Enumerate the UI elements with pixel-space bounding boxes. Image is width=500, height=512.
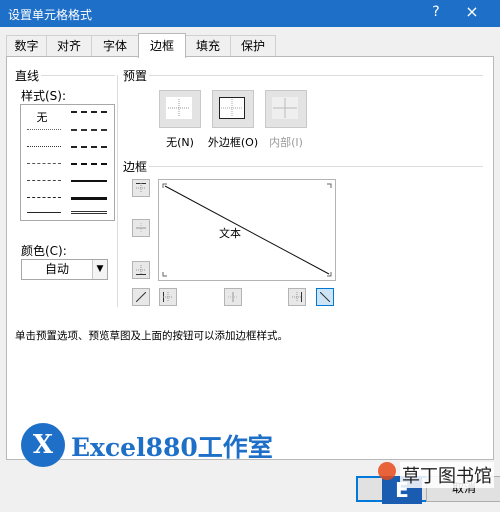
border-left-button[interactable] xyxy=(159,288,177,306)
color-select[interactable]: 自动 ▼ xyxy=(21,259,108,280)
border-top-icon xyxy=(136,183,146,193)
color-value: 自动 xyxy=(44,262,69,276)
border-inside-horizontal-button[interactable] xyxy=(132,219,150,237)
excel880-watermark: X Excel880工作室 xyxy=(21,423,291,473)
border-right-icon xyxy=(292,292,302,302)
site-watermark: E 草丁图书馆 xyxy=(378,458,500,512)
border-top-button[interactable] xyxy=(132,179,150,197)
group-separator xyxy=(117,75,118,307)
border-preview[interactable]: 文本 xyxy=(158,179,336,281)
tab-alignment[interactable]: 对齐 xyxy=(46,35,92,57)
preset-outline-label: 外边框(O) xyxy=(207,136,259,149)
border-right-button[interactable] xyxy=(288,288,306,306)
preset-outline-button[interactable] xyxy=(212,90,254,128)
preset-inside-label: 内部(I) xyxy=(269,136,303,149)
title-bar: 设置单元格格式 ? × xyxy=(0,0,500,27)
border-diagonal-down-icon xyxy=(320,292,330,302)
chevron-down-icon[interactable]: ▼ xyxy=(92,260,107,279)
line-group-label: 直线 xyxy=(15,69,40,83)
border-bottom-icon xyxy=(136,265,146,275)
line-style-dash-dot-dot[interactable] xyxy=(27,163,61,164)
line-style-none[interactable]: 无 xyxy=(27,109,57,125)
line-style-dotted-fine[interactable] xyxy=(27,129,61,130)
color-label: 颜色(C): xyxy=(21,244,67,258)
border-inside-horizontal-icon xyxy=(136,223,146,233)
border-bottom-button[interactable] xyxy=(132,261,150,279)
site-flame-icon xyxy=(378,462,396,480)
border-left-icon xyxy=(163,292,173,302)
line-style-thick[interactable] xyxy=(71,197,107,200)
border-diagonal-up-icon xyxy=(136,292,146,302)
preview-text: 文本 xyxy=(219,227,241,240)
line-style-double[interactable] xyxy=(71,211,107,214)
line-group-divider xyxy=(41,75,115,76)
border-diagonal-down-button[interactable] xyxy=(316,288,334,306)
window-title: 设置单元格格式 xyxy=(8,8,93,22)
site-watermark-text: 草丁图书馆 xyxy=(400,462,494,488)
preset-none-button[interactable] xyxy=(159,90,201,128)
line-style-medium-dashed[interactable] xyxy=(71,163,107,165)
watermark-text: Excel880工作室 xyxy=(71,433,273,462)
preset-inside-button[interactable] xyxy=(265,90,307,128)
tab-protection[interactable]: 保护 xyxy=(230,35,276,57)
line-style-medium-dash-dot-dot[interactable] xyxy=(71,111,107,113)
style-label: 样式(S): xyxy=(21,89,67,103)
presets-group-divider xyxy=(149,75,483,76)
line-style-medium[interactable] xyxy=(71,180,107,182)
border-group-divider xyxy=(149,166,483,167)
tab-number[interactable]: 数字 xyxy=(6,35,47,57)
line-style-thin[interactable] xyxy=(27,212,61,213)
presets-group-label: 预置 xyxy=(123,69,148,83)
preset-none-icon xyxy=(166,97,192,119)
tab-border[interactable]: 边框 xyxy=(138,33,186,58)
border-inside-vertical-button[interactable] xyxy=(224,288,242,306)
border-inside-vertical-icon xyxy=(228,292,238,302)
preset-inside-icon xyxy=(272,97,298,119)
line-style-medium-dash-dot[interactable] xyxy=(71,146,107,148)
line-style-slant-dash-dot[interactable] xyxy=(71,129,107,131)
tab-font[interactable]: 字体 xyxy=(91,35,139,57)
border-group-label: 边框 xyxy=(123,160,148,174)
excel880-logo-icon: X xyxy=(21,423,65,467)
line-style-dash-dot[interactable] xyxy=(27,180,61,181)
line-style-dashed[interactable] xyxy=(27,197,61,198)
help-button[interactable]: ? xyxy=(428,4,444,20)
border-panel: 直线 样式(S): 无 颜色(C): 自动 ▼ 预置 无(N) 外边框(O) 内… xyxy=(6,56,494,467)
line-style-list[interactable]: 无 xyxy=(20,104,115,221)
close-button[interactable]: × xyxy=(462,2,482,21)
border-diagonal-up-button[interactable] xyxy=(132,288,150,306)
line-style-dotted[interactable] xyxy=(27,146,61,147)
preset-none-label: 无(N) xyxy=(166,136,194,149)
preset-outline-icon xyxy=(219,97,245,119)
hint-text: 单击预置选项、预览草图及上面的按钮可以添加边框样式。 xyxy=(15,330,288,342)
preview-diagonal-line xyxy=(162,183,332,277)
tab-fill[interactable]: 填充 xyxy=(185,35,231,57)
